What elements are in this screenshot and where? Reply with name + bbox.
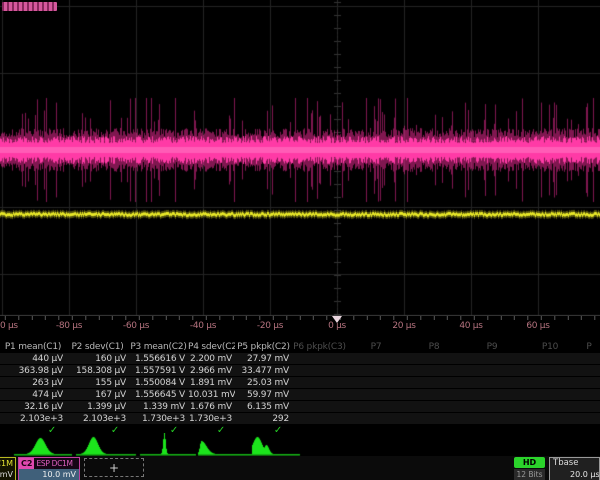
c2-coupling-label: ESP DC1M bbox=[34, 458, 72, 469]
timebase-label: Tbase bbox=[550, 458, 599, 469]
measure-value: 1.676 mV bbox=[188, 401, 235, 412]
bit-depth-label: 12 Bits bbox=[514, 469, 545, 480]
measure-header-P4[interactable]: P4 sdev(C2) bbox=[188, 341, 235, 353]
time-axis-ticks bbox=[0, 316, 600, 320]
measure-header-P7[interactable]: P7 bbox=[347, 341, 405, 353]
c2-channel-badge: C2 bbox=[19, 458, 34, 469]
measure-header-P3[interactable]: P3 mean(C2) bbox=[129, 341, 188, 353]
measure-value: 1.399 µV bbox=[66, 401, 129, 412]
time-tick-label: 60 µs bbox=[516, 321, 560, 331]
channel-c2-descriptor[interactable]: C2 ESP DC1M 10.0 mV bbox=[18, 457, 80, 480]
measure-value: 1.730e+3 bbox=[188, 413, 235, 424]
measure-value: 6.135 mV bbox=[235, 401, 292, 412]
measure-header-P10[interactable]: P10 bbox=[521, 341, 579, 353]
trace-annotation-badge bbox=[2, 2, 57, 11]
time-tick-label: 40 µs bbox=[449, 321, 493, 331]
measure-header-P5[interactable]: P5 pkpk(C2) bbox=[235, 341, 292, 353]
bottom-bar: DC1M 10.0 mV C2 ESP DC1M 10.0 mV + HD 12… bbox=[0, 456, 600, 480]
measure-value: 167 µV bbox=[66, 389, 129, 400]
hd-mode-badge[interactable]: HD bbox=[514, 457, 545, 468]
measure-value: 59.97 mV bbox=[235, 389, 292, 400]
time-tick-label: -40 µs bbox=[181, 321, 225, 331]
measure-value: 292 bbox=[235, 413, 292, 424]
measure-value: 1.550084 V bbox=[129, 377, 188, 388]
waveform-display[interactable] bbox=[0, 0, 600, 316]
measure-header-P8[interactable]: P8 bbox=[405, 341, 463, 353]
time-tick-label: 0 µs bbox=[315, 321, 359, 331]
measurement-table: P1 mean(C1)P2 sdev(C1)P3 mean(C2)P4 sdev… bbox=[0, 341, 600, 437]
measure-header-P9[interactable]: P9 bbox=[463, 341, 521, 353]
time-tick-label: -100 µs bbox=[0, 321, 24, 331]
time-tick-label: -80 µs bbox=[47, 321, 91, 331]
measure-value: 33.477 mV bbox=[235, 365, 292, 376]
c1-scale-value: 10.0 mV bbox=[0, 469, 15, 480]
measure-value: 160 µV bbox=[66, 353, 129, 364]
measure-value: 1.556616 V bbox=[129, 353, 188, 364]
measure-header-P2[interactable]: P2 sdev(C1) bbox=[66, 341, 129, 353]
measure-value: 155 µV bbox=[66, 377, 129, 388]
time-tick-label: -20 µs bbox=[248, 321, 292, 331]
measure-header-P[interactable]: P bbox=[579, 341, 599, 353]
measure-value: 10.031 mV bbox=[188, 389, 235, 400]
time-tick-label: -60 µs bbox=[114, 321, 158, 331]
measure-value: 263 µV bbox=[0, 377, 66, 388]
measure-value: 1.557591 V bbox=[129, 365, 188, 376]
measure-value: 1.339 mV bbox=[129, 401, 188, 412]
timebase-descriptor[interactable]: Tbase 20.0 µs/div bbox=[549, 457, 600, 480]
measure-value: 25.03 mV bbox=[235, 377, 292, 388]
measure-value: 27.97 mV bbox=[235, 353, 292, 364]
measure-value: 2.966 mV bbox=[188, 365, 235, 376]
c2-scale-value: 10.0 mV bbox=[19, 469, 79, 480]
oscilloscope-screen: -100 µs -80 µs -60 µs -40 µs -20 µs 0 µs 20 µs… bbox=[0, 0, 600, 480]
c1-coupling-label: DC1M bbox=[0, 458, 15, 469]
time-axis: -100 µs -80 µs -60 µs -40 µs -20 µs 0 µs 20 µs… bbox=[0, 316, 600, 341]
timebase-value: 20.0 µs/div bbox=[550, 469, 599, 480]
measure-value: 440 µV bbox=[0, 353, 66, 364]
histicon-strip[interactable] bbox=[0, 433, 600, 456]
measure-value: 1.556645 V bbox=[129, 389, 188, 400]
channel-c1-descriptor[interactable]: DC1M 10.0 mV bbox=[0, 457, 16, 480]
measure-value: 2.103e+3 bbox=[66, 413, 129, 424]
measure-value: 1.730e+3 bbox=[129, 413, 188, 424]
add-trace-button[interactable]: + bbox=[84, 458, 144, 477]
measure-header-P1[interactable]: P1 mean(C1) bbox=[0, 341, 66, 353]
time-tick-label: 20 µs bbox=[382, 321, 426, 331]
measure-value: 363.98 µV bbox=[0, 365, 66, 376]
measure-header-P6[interactable]: P6 pkpk(C3) bbox=[292, 341, 347, 353]
measure-value: 2.200 mV bbox=[188, 353, 235, 364]
measure-value: 158.308 µV bbox=[66, 365, 129, 376]
measure-value: 32.16 µV bbox=[0, 401, 66, 412]
measure-value: 2.103e+3 bbox=[0, 413, 66, 424]
measure-value: 1.891 mV bbox=[188, 377, 235, 388]
measure-value: 474 µV bbox=[0, 389, 66, 400]
